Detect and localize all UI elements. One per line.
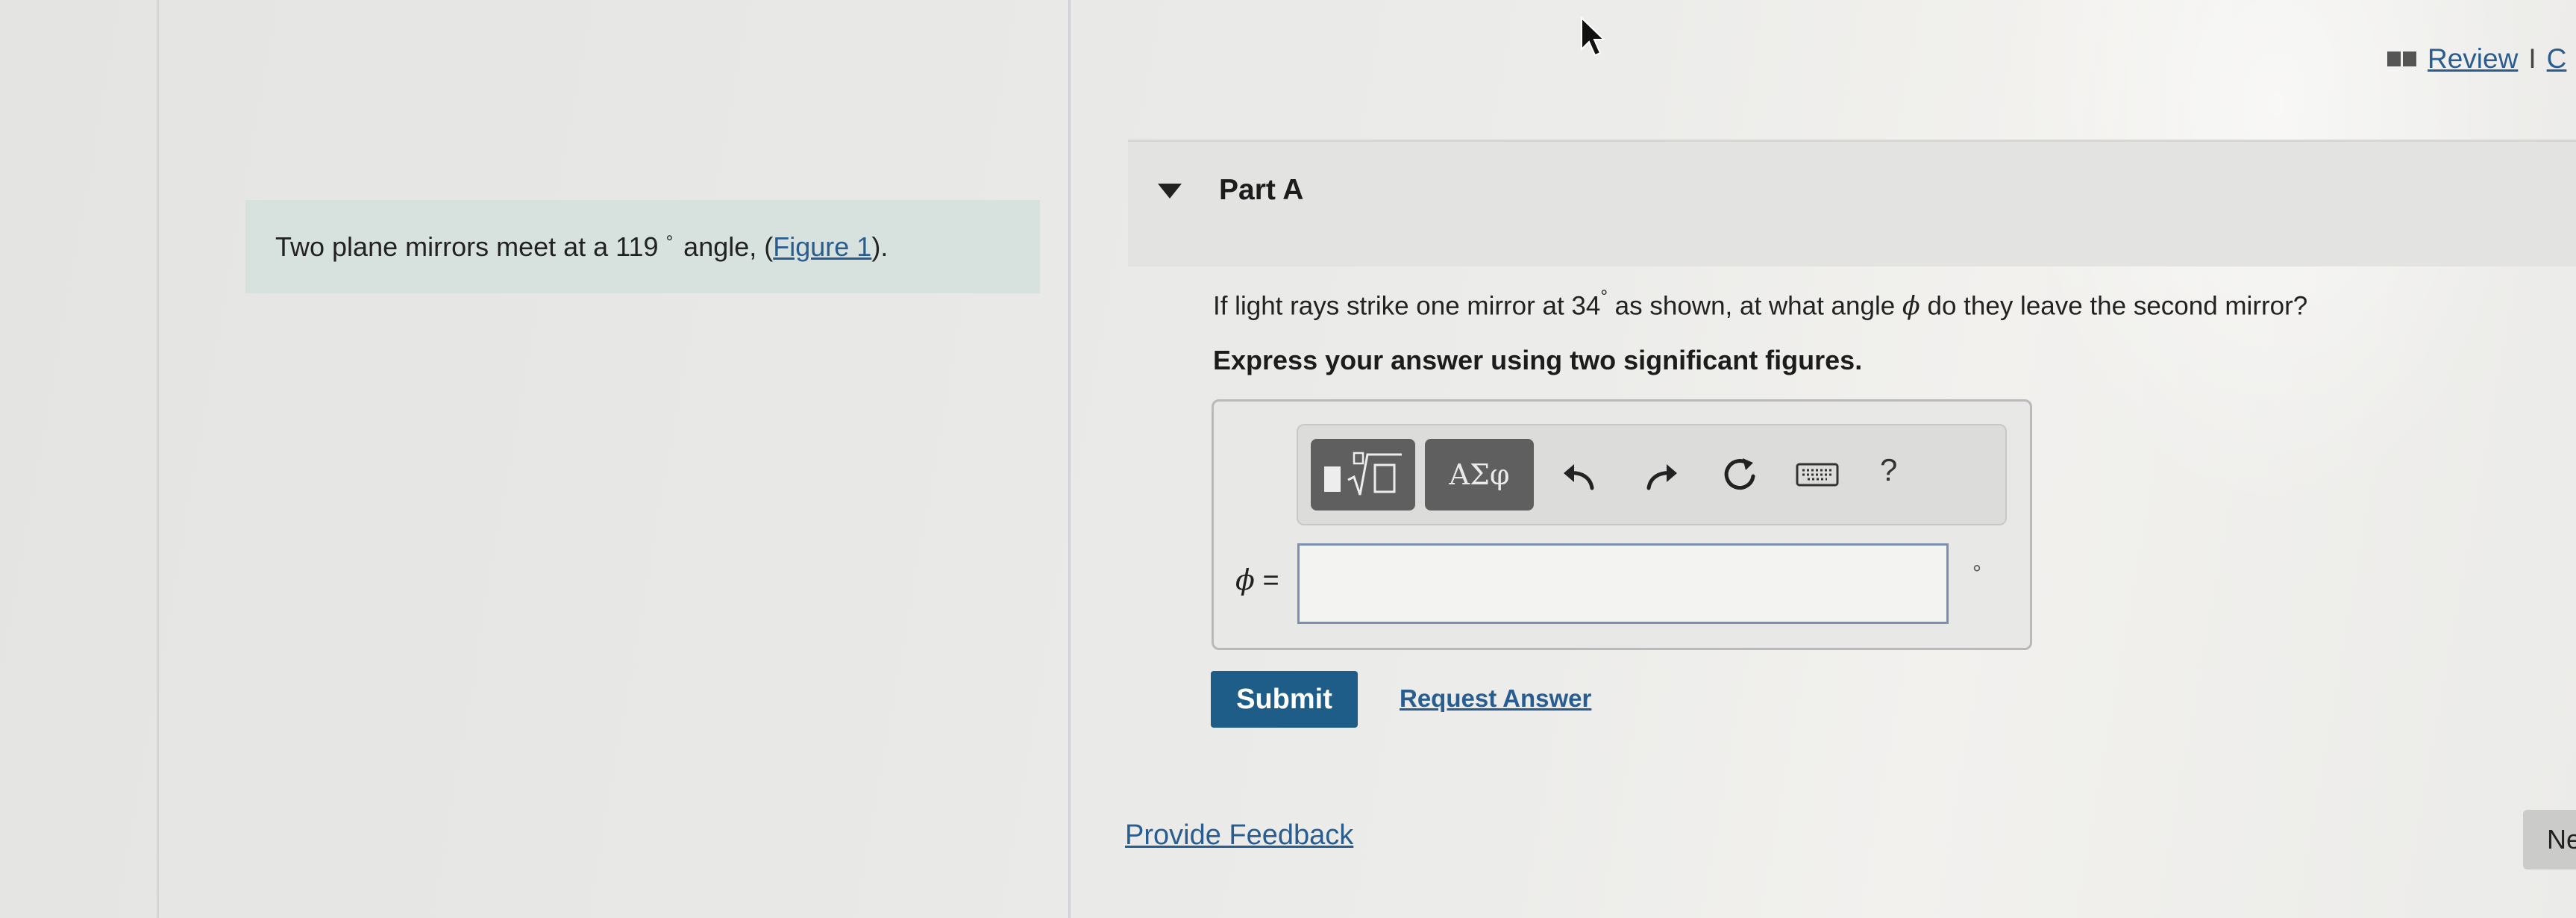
provide-feedback-link[interactable]: Provide Feedback <box>1125 819 1353 852</box>
redo-icon[interactable] <box>1641 454 1683 496</box>
review-label[interactable]: Review <box>2428 43 2518 75</box>
request-answer-link[interactable]: Request Answer <box>1400 684 1591 713</box>
review-link[interactable]: Review I C <box>2387 43 2566 75</box>
reset-icon[interactable] <box>1719 454 1761 496</box>
templates-icon <box>1324 452 1402 496</box>
help-button[interactable]: ? <box>1880 452 1897 488</box>
left-gutter-line <box>157 0 159 918</box>
question-text-start: If light rays strike one mirror at 34 <box>1213 291 1601 321</box>
keyboard-icon[interactable] <box>1794 455 1840 494</box>
symbols-button[interactable]: ΑΣφ <box>1425 439 1534 510</box>
part-title[interactable]: Part A <box>1219 174 1303 207</box>
problem-intro: Two plane mirrors meet at a 119 ° angle,… <box>245 200 1040 293</box>
disclosure-triangle-icon[interactable] <box>1158 184 1182 199</box>
undo-icon[interactable] <box>1558 454 1599 496</box>
answer-label: ϕ = <box>1235 563 1279 597</box>
answer-input[interactable] <box>1297 543 1949 624</box>
mouse-cursor-icon <box>1581 16 1605 57</box>
templates-button[interactable] <box>1311 439 1415 510</box>
question-text-end: do they leave the second mirror? <box>1920 291 2308 321</box>
submit-button[interactable]: Submit <box>1211 671 1358 728</box>
question-degree: ° <box>1600 287 1608 307</box>
degree-symbol: ° <box>665 231 674 252</box>
question-text-middle: as shown, at what angle <box>1607 291 1902 321</box>
header-separator: I <box>2528 43 2536 74</box>
answer-variable: ϕ <box>1235 563 1255 596</box>
intro-text-end: ). <box>871 231 889 262</box>
answer-equals: = <box>1254 565 1279 596</box>
answer-unit: ° <box>1972 561 1981 586</box>
constants-link[interactable]: C <box>2547 43 2567 75</box>
figure-link[interactable]: Figure 1 <box>773 231 871 263</box>
phi-symbol: ϕ <box>1902 291 1920 322</box>
part-header <box>1128 140 2576 266</box>
intro-text-after: angle, ( <box>683 231 774 262</box>
next-button[interactable]: Ne <box>2523 810 2576 869</box>
intro-text: Two plane mirrors meet at a 119 <box>275 231 659 262</box>
answer-instruction: Express your answer using two significan… <box>1213 345 1863 375</box>
question-text: If light rays strike one mirror at 34° a… <box>1213 287 2308 322</box>
book-icon <box>2387 51 2416 66</box>
pane-divider[interactable] <box>1068 0 1071 918</box>
